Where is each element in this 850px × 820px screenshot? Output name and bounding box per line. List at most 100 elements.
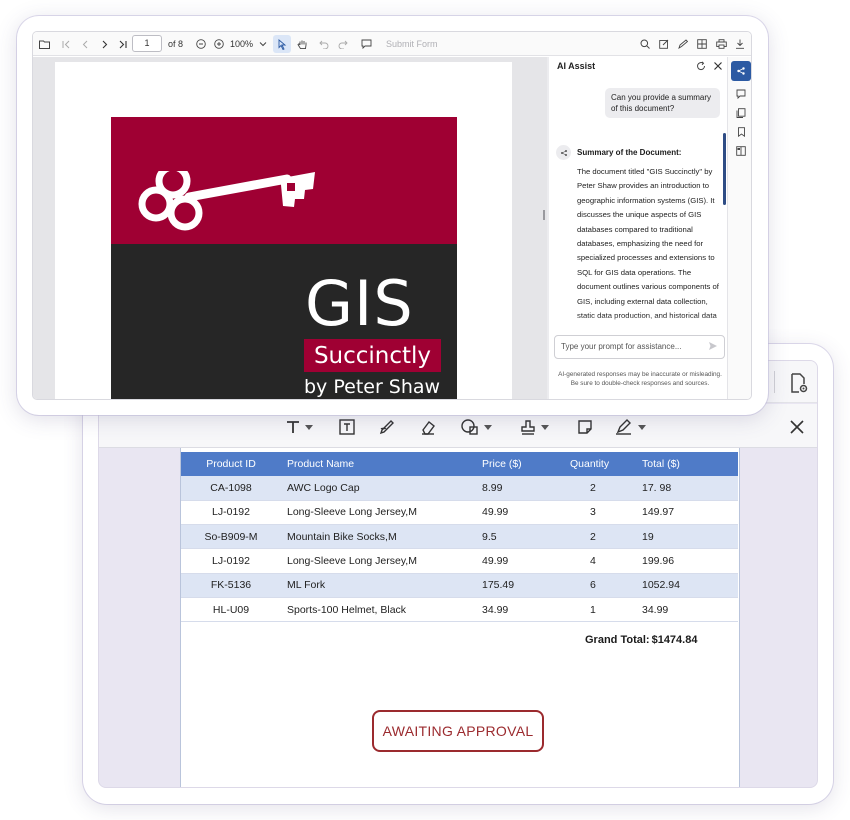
table-cell: 175.49 <box>476 573 564 598</box>
table-cell: 2 <box>564 524 636 550</box>
pdf-viewer-card: 1 of 8 100% Submit Form GIS Succinctly b… <box>17 16 768 415</box>
edit-annotation-icon[interactable] <box>657 37 671 51</box>
previous-page-icon[interactable] <box>78 37 92 51</box>
table-cell: Long-Sleeve Long Jersey,M <box>281 548 476 574</box>
invoice-page: Product ID Product Name Price ($) Quanti… <box>180 448 740 787</box>
document-area[interactable]: GIS Succinctly by Peter Shaw <box>33 57 547 399</box>
zoom-out-icon[interactable] <box>194 37 208 51</box>
approval-stamp[interactable]: AWAITING APPROVAL <box>372 710 544 752</box>
panel-scrollbar[interactable] <box>723 133 726 205</box>
close-annotation-toolbar-icon[interactable] <box>786 416 808 438</box>
eraser-tool[interactable] <box>419 416 437 438</box>
search-icon[interactable] <box>638 37 652 51</box>
comments-panel-icon[interactable] <box>733 86 749 102</box>
shapes-icon <box>461 419 478 435</box>
eraser-icon <box>422 421 435 435</box>
shape-tool[interactable] <box>460 416 492 438</box>
table-row: LJ-0192 Long-Sleeve Long Jersey,M 49.99 … <box>181 500 738 526</box>
table-cell: CA-1098 <box>181 476 281 501</box>
column-header: Quantity <box>564 452 636 476</box>
series-label: Succinctly <box>304 339 441 372</box>
open-file-icon[interactable] <box>37 37 51 51</box>
column-header: Product Name <box>281 452 476 476</box>
redo-icon[interactable] <box>336 37 350 51</box>
book-title: GIS <box>305 267 414 340</box>
table-cell: 49.99 <box>476 500 564 526</box>
bookmark-icon[interactable] <box>733 124 749 140</box>
stamp-icon <box>521 420 535 435</box>
chevron-down-icon[interactable] <box>484 424 492 430</box>
grand-total: Grand Total: $1474.84 <box>585 634 697 646</box>
chevron-down-icon[interactable] <box>541 424 549 430</box>
main-toolbar: 1 of 8 100% Submit Form <box>33 32 751 56</box>
response-fade <box>577 315 725 333</box>
key-icon <box>138 171 315 231</box>
textbox-icon <box>339 419 355 435</box>
prompt-input[interactable]: Type your prompt for assistance... <box>554 335 725 359</box>
next-page-icon[interactable] <box>97 37 111 51</box>
table-cell: 1052.94 <box>636 573 738 598</box>
textbox-tool[interactable] <box>338 416 356 438</box>
table-cell: 34.99 <box>476 597 564 623</box>
free-text-tool[interactable] <box>285 416 313 438</box>
zoom-level[interactable]: 100% <box>230 39 253 49</box>
signature-tool[interactable] <box>614 416 646 438</box>
comment-icon[interactable] <box>359 37 373 51</box>
ai-disclaimer: AI-generated responses may be inaccurate… <box>558 371 722 387</box>
ai-sparkle-icon <box>560 149 567 156</box>
table-cell: 6 <box>564 573 636 598</box>
print-icon[interactable] <box>714 37 728 51</box>
table-cell: So-B909-M <box>181 524 281 550</box>
panel-title: AI Assist <box>557 61 596 71</box>
sticky-note-tool[interactable] <box>576 416 594 438</box>
redaction-icon[interactable] <box>733 143 749 159</box>
send-icon[interactable] <box>708 341 718 351</box>
table-row: FK-5136 ML Fork 175.49 6 1052.94 <box>181 573 738 598</box>
table-cell: 17. 98 <box>636 476 738 501</box>
thumbnails-icon[interactable] <box>733 105 749 121</box>
ai-avatar <box>556 145 571 160</box>
table-cell: LJ-0192 <box>181 548 281 574</box>
column-header: Total ($) <box>636 452 738 476</box>
pdf-page: GIS Succinctly by Peter Shaw <box>55 62 512 399</box>
table-cell: ML Fork <box>281 573 476 598</box>
right-side-rail <box>727 57 751 399</box>
chevron-down-icon[interactable] <box>305 424 313 430</box>
page-number-input[interactable]: 1 <box>132 35 162 52</box>
table-cell: Sports-100 Helmet, Black <box>281 597 476 623</box>
annotation-viewer: Product ID Product Name Price ($) Quanti… <box>98 360 818 788</box>
column-header: Price ($) <box>476 452 564 476</box>
table-cell: HL-U09 <box>181 597 281 623</box>
table-cell: 34.99 <box>636 597 738 623</box>
refresh-icon[interactable] <box>696 61 706 71</box>
organize-pages-icon[interactable] <box>695 37 709 51</box>
book-cover: GIS Succinctly by Peter Shaw <box>111 117 457 399</box>
undo-icon[interactable] <box>317 37 331 51</box>
ink-tool[interactable] <box>378 416 396 438</box>
last-page-icon[interactable] <box>115 37 129 51</box>
pdf-viewer: 1 of 8 100% Submit Form GIS Succinctly b… <box>32 31 752 400</box>
zoom-in-icon[interactable] <box>212 37 226 51</box>
ai-assist-panel: AI Assist Can you provide a summary of t… <box>549 57 727 399</box>
user-message: Can you provide a summary of this docume… <box>605 88 720 118</box>
pen-icon[interactable] <box>676 37 690 51</box>
first-page-icon[interactable] <box>59 37 73 51</box>
table-cell: LJ-0192 <box>181 500 281 526</box>
invoice-table: Product ID Product Name Price ($) Quanti… <box>181 452 738 623</box>
submit-form-button[interactable]: Submit Form <box>386 39 438 49</box>
splitter-grip-handle[interactable] <box>543 210 545 220</box>
table-cell: 199.96 <box>636 548 738 574</box>
form-field-settings-icon[interactable] <box>786 371 810 395</box>
grand-total-label: Grand Total: <box>585 634 650 646</box>
close-icon[interactable] <box>713 61 723 71</box>
stamp-tool[interactable] <box>519 416 549 438</box>
table-row: So-B909-M Mountain Bike Socks,M 9.5 2 19 <box>181 524 738 550</box>
table-row: LJ-0192 Long-Sleeve Long Jersey,M 49.99 … <box>181 548 738 574</box>
zoom-chevron-down-icon[interactable] <box>256 37 270 51</box>
table-cell: 9.5 <box>476 524 564 550</box>
pan-tool-icon[interactable] <box>295 37 309 51</box>
chevron-down-icon[interactable] <box>638 424 646 430</box>
download-icon[interactable] <box>733 37 747 51</box>
selection-tool-icon[interactable] <box>273 35 291 53</box>
ai-assist-button[interactable] <box>731 61 751 81</box>
